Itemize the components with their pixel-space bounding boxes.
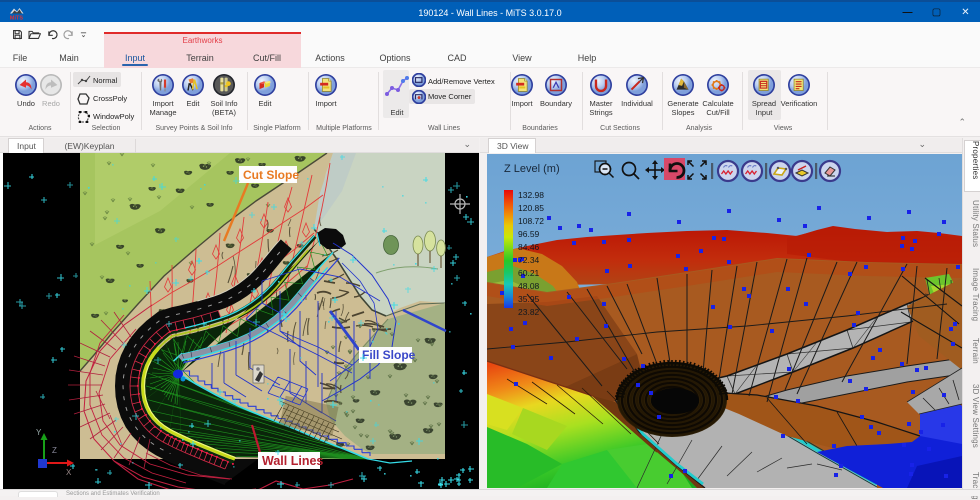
svg-text:72.34: 72.34 xyxy=(518,255,540,265)
svg-text:Z: Z xyxy=(52,446,57,455)
svg-text:120.85: 120.85 xyxy=(518,203,544,213)
svg-text:Cut Slope: Cut Slope xyxy=(243,168,299,182)
svg-text:84.46: 84.46 xyxy=(518,242,540,252)
svg-text:Fill Slope: Fill Slope xyxy=(362,348,416,362)
svg-text:Wall Lines: Wall Lines xyxy=(262,454,323,468)
svg-text:108.72: 108.72 xyxy=(518,216,544,226)
svg-text:23.82: 23.82 xyxy=(518,307,540,317)
svg-text:Y: Y xyxy=(36,428,42,437)
svg-text:60.21: 60.21 xyxy=(518,268,540,278)
svg-text:Z Level (m): Z Level (m) xyxy=(504,163,560,175)
svg-text:132.98: 132.98 xyxy=(518,190,544,200)
svg-text:35.95: 35.95 xyxy=(518,294,540,304)
svg-text:96.59: 96.59 xyxy=(518,229,540,239)
svg-text:48.08: 48.08 xyxy=(518,281,540,291)
svg-text:X: X xyxy=(66,468,72,477)
